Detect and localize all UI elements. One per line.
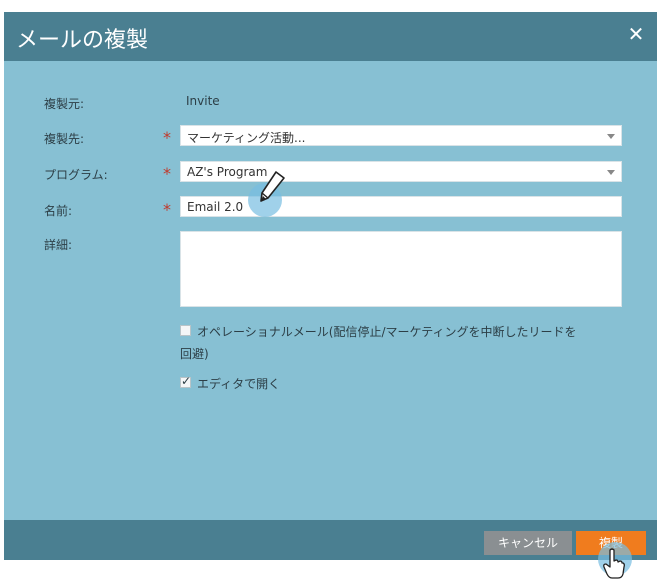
open-editor-label: エディタで開く bbox=[197, 377, 281, 391]
hand-pointer-icon bbox=[603, 548, 625, 579]
operational-email-checkbox[interactable] bbox=[180, 325, 191, 336]
destination-label: 複製先: bbox=[44, 132, 85, 146]
required-icon: * bbox=[163, 200, 171, 219]
details-label: 詳細: bbox=[44, 238, 73, 252]
name-value: Email 2.0 bbox=[187, 200, 244, 214]
dialog-title: メールの複製 bbox=[16, 28, 149, 53]
pencil-icon bbox=[260, 171, 285, 202]
duplicate-email-dialog: メールの複製 ✕ 複製元: Invite 複製先: * マーケティング活動...… bbox=[4, 12, 657, 560]
chevron-down-icon bbox=[607, 170, 615, 175]
name-label: 名前: bbox=[44, 204, 73, 218]
name-input[interactable]: Email 2.0 bbox=[180, 196, 622, 217]
dialog-footer: キャンセル 複製 bbox=[4, 520, 657, 560]
open-editor-checkbox[interactable] bbox=[180, 374, 191, 388]
dialog-titlebar: メールの複製 ✕ bbox=[4, 12, 657, 61]
required-icon: * bbox=[163, 128, 171, 147]
cancel-button[interactable]: キャンセル bbox=[484, 531, 572, 555]
program-value: AZ's Program bbox=[187, 165, 268, 179]
destination-value: マーケティング活動... bbox=[187, 131, 306, 145]
source-value: Invite bbox=[186, 94, 220, 108]
program-label: プログラム: bbox=[44, 168, 108, 182]
details-textarea[interactable] bbox=[180, 231, 622, 307]
destination-select[interactable]: マーケティング活動... bbox=[180, 125, 622, 146]
close-icon[interactable]: ✕ bbox=[625, 23, 647, 45]
required-icon: * bbox=[163, 164, 171, 183]
operational-email-label-line1: オペレーショナルメール(配信停止/マーケティングを中断したリードを bbox=[197, 325, 577, 339]
chevron-down-icon bbox=[607, 134, 615, 139]
operational-email-label-line2: 回避) bbox=[180, 347, 209, 361]
program-select[interactable]: AZ's Program bbox=[180, 161, 622, 182]
source-label: 複製元: bbox=[44, 97, 85, 111]
